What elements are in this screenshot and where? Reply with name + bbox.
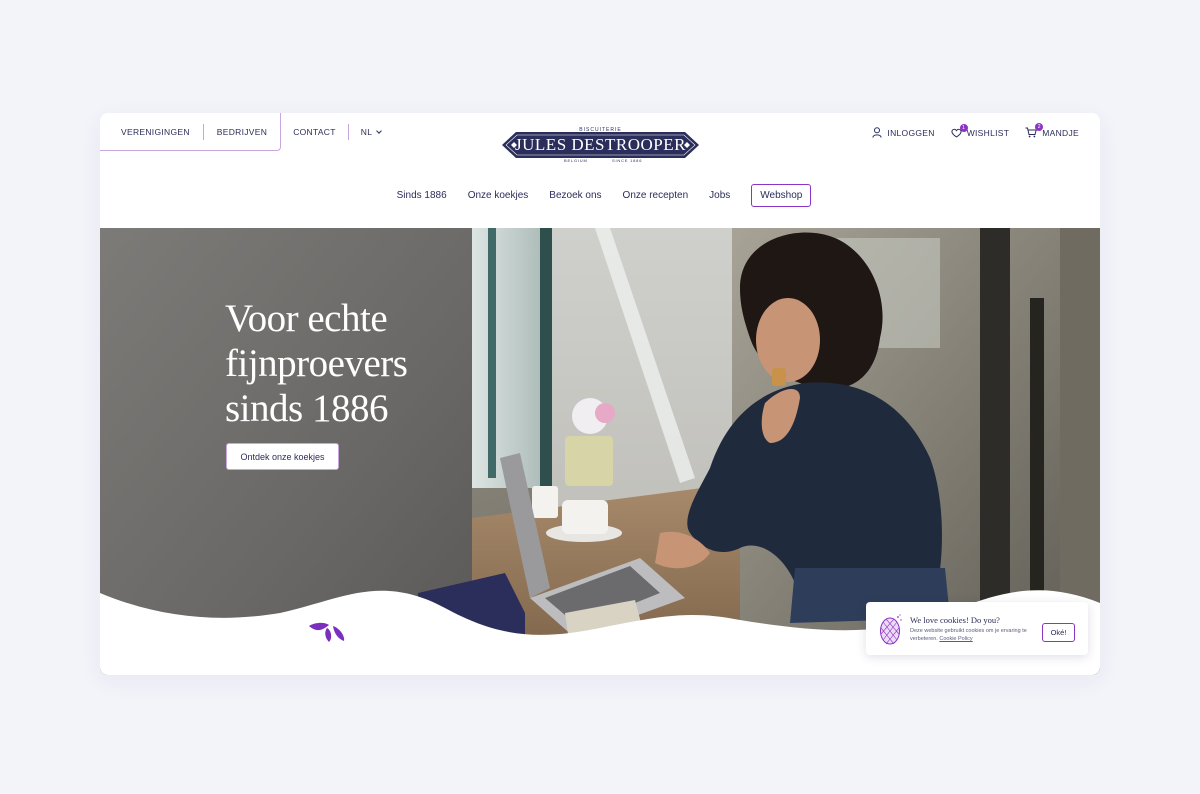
cart-label: MANDJE [1042, 127, 1079, 138]
logo-since: SINCE 1886 [612, 158, 643, 163]
nav-jobs[interactable]: Jobs [709, 190, 730, 201]
nav-onze-koekjes[interactable]: Onze koekjes [468, 190, 529, 201]
language-value: NL [360, 127, 373, 137]
brand-logo[interactable]: BISCUITERIE JULES DESTROOPER BELGIUM SIN… [502, 122, 699, 164]
wishlist-count-badge: 1 [959, 123, 968, 132]
cookie-title: We love cookies! Do you? [910, 615, 1000, 625]
login-label: INLOGGEN [887, 127, 935, 138]
nav-contact[interactable]: CONTACT [281, 127, 348, 137]
webshop-button[interactable]: Webshop [751, 184, 812, 207]
nav-bezoek-ons[interactable]: Bezoek ons [549, 190, 601, 201]
language-select[interactable]: NL [349, 127, 393, 137]
account-nav: INLOGGEN 1 WISHLIST 2 MANDJE [872, 123, 1079, 138]
discover-cookies-button[interactable]: Ontdek onze koekjes [226, 443, 339, 470]
hero-title: Voor echte fijnproevers sinds 1886 [225, 297, 408, 430]
main-nav: Sinds 1886 Onze koekjes Bezoek ons Onze … [100, 184, 1100, 207]
logo-brand-name: JULES DESTROOPER [515, 135, 686, 154]
nav-onze-recepten[interactable]: Onze recepten [623, 190, 689, 201]
cookie-text: Deze website gebruikt cookies om je erva… [910, 627, 1030, 643]
nav-bedrijven[interactable]: BEDRIJVEN [202, 123, 280, 140]
login-link[interactable]: INLOGGEN [872, 127, 934, 138]
utility-nav: VERENIGINGEN BEDRIJVEN CONTACT NL [100, 113, 393, 151]
nav-sinds-1886[interactable]: Sinds 1886 [397, 190, 447, 201]
drop-logo-icon [309, 622, 345, 642]
cookie-accept-button[interactable]: Oké! [1042, 623, 1075, 642]
cart-link[interactable]: 2 MANDJE [1025, 123, 1079, 138]
cookie-policy-link[interactable]: Cookie Policy [939, 636, 972, 642]
audience-switch: VERENIGINGEN BEDRIJVEN [100, 113, 282, 151]
cookie-banner: We love cookies! Do you? Deze website ge… [866, 602, 1088, 655]
nav-verenigingen[interactable]: VERENIGINGEN [100, 127, 203, 137]
website-frame: VERENIGINGEN BEDRIJVEN CONTACT NL BISCUI… [100, 113, 1100, 675]
waffle-cookie-icon [880, 614, 902, 645]
wishlist-link[interactable]: 1 WISHLIST [951, 123, 1010, 138]
logo-country: BELGIUM [564, 158, 588, 163]
chevron-down-icon [376, 128, 383, 134]
user-icon [872, 127, 883, 138]
wishlist-label: WISHLIST [966, 127, 1010, 138]
